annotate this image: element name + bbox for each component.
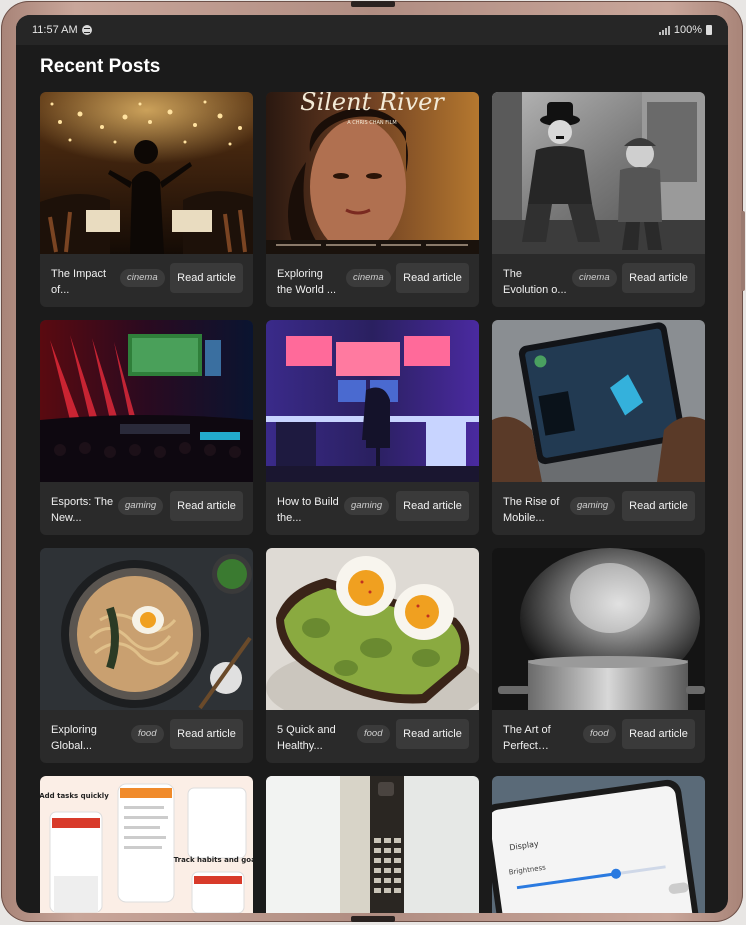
side-button <box>741 211 745 291</box>
posts-grid: The Impact of... cinema Read article Sil… <box>40 92 705 763</box>
post-card[interactable]: Exploring Global... food Read article <box>40 548 253 763</box>
category-tag: gaming <box>570 497 616 515</box>
vintage-phone-image <box>266 776 479 913</box>
post-title: The Rise of Mobile... <box>503 496 560 524</box>
read-article-button[interactable]: Read article <box>622 719 695 749</box>
post-card[interactable]: The Impact of... cinema Read article <box>40 92 253 307</box>
silent-river-poster-image: Silent River A CHRIS CHAN FILM <box>266 92 479 254</box>
card-footer: The Evolution o... cinema Read article <box>492 254 705 307</box>
post-title: Exploring Global... <box>51 724 97 752</box>
battery-icon <box>706 25 712 35</box>
card-footer: 5 Quick and Healthy... food Read article <box>266 710 479 763</box>
spotify-icon <box>81 25 92 35</box>
post-card[interactable]: Display Brightness <box>492 776 705 913</box>
post-card[interactable]: The Evolution o... cinema Read article <box>492 92 705 307</box>
post-card[interactable]: Silent River A CHRIS CHAN FILM Exploring… <box>266 92 479 307</box>
category-tag: cinema <box>572 269 617 287</box>
post-card[interactable] <box>266 776 479 913</box>
read-article-button[interactable]: Read article <box>170 263 243 293</box>
read-article-button[interactable]: Read article <box>622 491 695 521</box>
category-tag: gaming <box>118 497 164 515</box>
read-article-button[interactable]: Read article <box>170 719 243 749</box>
poster-title-text: Silent River <box>300 92 445 116</box>
post-title: Esports: The New... <box>51 496 114 524</box>
mobile-gaming-image <box>492 320 705 482</box>
status-bar: 11:57 AM 100% <box>16 15 728 45</box>
category-tag: food <box>583 725 616 743</box>
category-tag: cinema <box>120 269 165 287</box>
card-footer: Exploring Global... food Read article <box>40 710 253 763</box>
post-title: Exploring the World ... <box>277 268 337 296</box>
esports-arena-image <box>40 320 253 482</box>
post-card[interactable]: 5 Quick and Healthy... food Read article <box>266 548 479 763</box>
post-card[interactable]: Esports: The New... gaming Read article <box>40 320 253 535</box>
post-card[interactable]: The Rise of Mobile... gaming Read articl… <box>492 320 705 535</box>
productivity-app-image: Add tasks quickly Track habits and goals <box>40 776 253 913</box>
card-footer: The Impact of... cinema Read article <box>40 254 253 307</box>
read-article-button[interactable]: Read article <box>622 263 695 293</box>
category-tag: food <box>357 725 390 743</box>
gaming-setup-image <box>266 320 479 482</box>
post-card[interactable]: Add tasks quickly Track habits and goals <box>40 776 253 913</box>
orchestra-concert-image <box>40 92 253 254</box>
card-footer: The Art of Perfect Pasta... food Read ar… <box>492 710 705 763</box>
post-title: The Impact of... <box>51 268 107 296</box>
post-card[interactable]: How to Build the... gaming Read article <box>266 320 479 535</box>
card-footer: The Rise of Mobile... gaming Read articl… <box>492 482 705 535</box>
card-footer: Exploring the World ... cinema Read arti… <box>266 254 479 307</box>
post-title: 5 Quick and Healthy... <box>277 724 336 752</box>
page-title: Recent Posts <box>40 56 161 77</box>
display-settings-image: Display Brightness <box>492 776 705 913</box>
signal-icon <box>658 25 670 35</box>
category-tag: cinema <box>346 269 391 287</box>
post-title: The Art of Perfect Pasta... <box>503 724 551 752</box>
read-article-button[interactable]: Read article <box>396 719 469 749</box>
read-article-button[interactable]: Read article <box>170 491 243 521</box>
ramen-bowl-image <box>40 548 253 710</box>
read-article-button[interactable]: Read article <box>396 263 469 293</box>
silent-film-still-image <box>492 92 705 254</box>
post-title: The Evolution o... <box>503 268 567 296</box>
hinge-top <box>351 1 395 7</box>
foldable-device-frame: 11:57 AM 100% Recent Posts The Impact of… <box>1 1 745 922</box>
hinge-bottom <box>351 916 395 922</box>
post-card[interactable]: The Art of Perfect Pasta... food Read ar… <box>492 548 705 763</box>
category-tag: food <box>131 725 164 743</box>
category-tag: gaming <box>344 497 390 515</box>
app-promo-text-1: Add tasks quickly <box>40 792 109 800</box>
poster-subtitle-text: A CHRIS CHAN FILM <box>347 120 396 126</box>
screen: 11:57 AM 100% Recent Posts The Impact of… <box>16 15 728 913</box>
avocado-toast-image <box>266 548 479 710</box>
card-footer: Esports: The New... gaming Read article <box>40 482 253 535</box>
posts-grid-partial-row: Add tasks quickly Track habits and goals <box>40 776 705 913</box>
read-article-button[interactable]: Read article <box>396 491 469 521</box>
status-time: 11:57 AM <box>32 24 78 36</box>
battery-percent: 100% <box>673 24 702 36</box>
card-footer: How to Build the... gaming Read article <box>266 482 479 535</box>
post-title: How to Build the... <box>277 496 339 524</box>
boiling-pot-image <box>492 548 705 710</box>
app-promo-text-2: Track habits and goals <box>174 856 253 864</box>
